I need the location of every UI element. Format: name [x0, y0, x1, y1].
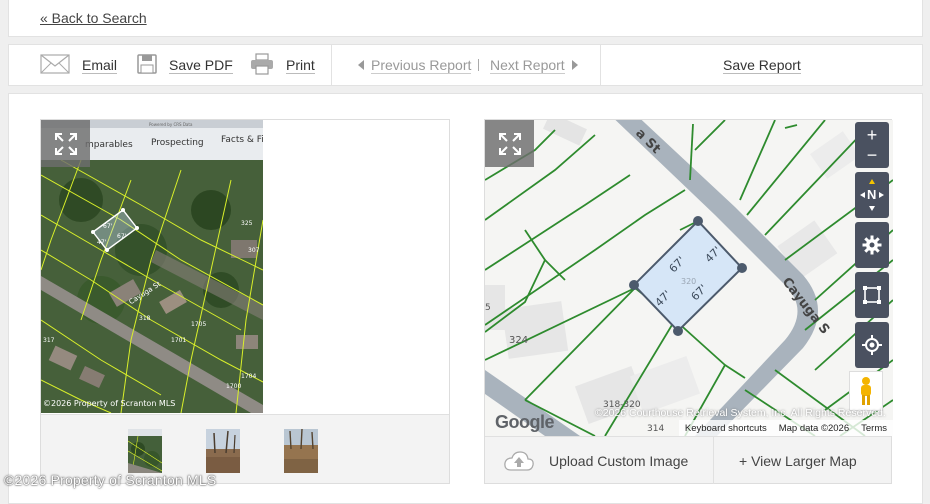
floppy-disk-icon: [137, 53, 157, 77]
locate-button[interactable]: [855, 322, 889, 368]
caret-right-icon: [571, 60, 578, 70]
next-report-link[interactable]: Next Report: [490, 45, 578, 85]
zoom-control: + −: [855, 122, 889, 168]
expand-map-button[interactable]: [485, 120, 534, 167]
parcel-number-label: 1701: [171, 337, 186, 344]
map-settings-button[interactable]: [855, 222, 889, 268]
next-report-label: Next Report: [490, 56, 565, 74]
measure-area-button[interactable]: [855, 272, 889, 318]
parcel-number-label: 1704: [241, 373, 256, 380]
save-report-label: Save Report: [723, 56, 801, 74]
thumbnail-yard-photo[interactable]: [284, 429, 318, 473]
save-pdf-button[interactable]: Save PDF: [137, 45, 233, 85]
printer-icon: [250, 52, 274, 78]
neighbor-parcel-label: 324: [509, 335, 528, 346]
expand-icon: [54, 132, 77, 155]
lot-dim-label: 67': [103, 223, 113, 230]
map-attribution-bar: Keyboard shortcuts Map data ©2026 Terms: [678, 420, 893, 436]
footer-divider: [713, 437, 714, 484]
compass-control[interactable]: N: [855, 172, 889, 218]
previous-report-link[interactable]: Previous Report: [358, 45, 472, 85]
crosshair-icon: [862, 335, 882, 355]
google-logo: Google: [495, 412, 555, 432]
upload-custom-image-label: Upload Custom Image: [549, 452, 689, 469]
neighbor-parcel-label: 5: [485, 303, 491, 313]
email-label: Email: [82, 56, 118, 74]
compass-north-label: N: [867, 187, 877, 202]
zoom-out-button[interactable]: −: [867, 145, 878, 165]
top-bar: « Back to Search: [8, 0, 923, 37]
toolbar-divider: [331, 45, 332, 85]
street-view-pegman[interactable]: [849, 371, 883, 411]
parcel-number-label: 1705: [191, 321, 206, 328]
keyboard-shortcuts-link[interactable]: Keyboard shortcuts: [685, 423, 767, 434]
email-button[interactable]: Email: [40, 45, 118, 85]
pegman-icon: [861, 377, 871, 405]
view-larger-map-label: + View Larger Map: [739, 452, 857, 469]
parcel-number-label: 318: [139, 315, 151, 322]
parcel-number-label: 325: [241, 220, 253, 227]
parcel-number-label: 317: [43, 337, 55, 344]
selection-box-icon: [863, 286, 881, 304]
overlay-tab-comparables: mparables: [85, 140, 133, 150]
lot-dim-label: 67': [117, 233, 127, 240]
map-canvas: 67' 47' 67' 47' 320 a St Cayuga S 324 31…: [485, 120, 893, 436]
map-footer: Upload Custom Image + View Larger Map: [485, 436, 891, 484]
expand-photo-button[interactable]: [41, 120, 90, 167]
expand-icon: [498, 132, 521, 155]
thumbnail-aerial[interactable]: [128, 429, 162, 473]
page-watermark: ©2026 Property of Scranton MLS: [4, 472, 217, 488]
parcel-map[interactable]: 67' 47' 67' 47' 320 a St Cayuga S 324 31…: [485, 120, 893, 436]
lot-dim-label: 47': [97, 239, 107, 246]
report-toolbar: Email Save PDF Print Previous Report Nex…: [8, 44, 923, 86]
photo-gallery: Powered by CRS Data mparables Prospectin…: [40, 119, 450, 484]
print-label: Print: [286, 56, 315, 74]
zoom-in-button[interactable]: +: [867, 125, 878, 145]
terms-link[interactable]: Terms: [861, 423, 887, 434]
overlay-tab-prospecting: Prospecting: [151, 138, 204, 148]
upload-custom-image-button[interactable]: Upload Custom Image: [503, 437, 688, 484]
print-button[interactable]: Print: [250, 45, 315, 85]
report-content: Powered by CRS Data mparables Prospectin…: [8, 93, 923, 504]
nav-divider: [478, 59, 479, 71]
save-report-button[interactable]: Save Report: [723, 45, 801, 85]
view-larger-map-link[interactable]: + View Larger Map: [739, 437, 857, 484]
neighbor-parcel-label: 314: [647, 424, 664, 434]
photo-copyright: ©2026 Property of Scranton MLS: [43, 399, 175, 408]
caret-left-icon: [358, 60, 364, 70]
parcel-map-panel: 67' 47' 67' 47' 320 a St Cayuga S 324 31…: [484, 119, 893, 484]
parcel-number-label: 1700: [226, 383, 241, 390]
back-to-search-link[interactable]: « Back to Search: [40, 10, 147, 26]
save-pdf-label: Save PDF: [169, 56, 233, 74]
toolbar-divider: [600, 45, 601, 85]
cloud-upload-icon: [504, 450, 534, 471]
powered-by-text: Powered by CRS Data: [149, 122, 193, 127]
parcel-number-label: 307: [248, 247, 260, 254]
envelope-icon: [40, 53, 70, 77]
thumbnail-lot-photo[interactable]: [206, 429, 240, 473]
main-photo[interactable]: Powered by CRS Data mparables Prospectin…: [41, 120, 263, 413]
map-data-label: Map data ©2026: [778, 422, 850, 434]
overlay-tab-facts: Facts & Fi: [221, 135, 263, 145]
previous-report-label: Previous Report: [371, 56, 472, 74]
map-attribution: ©2026 Courthouse Retrieval System, Inc. …: [595, 407, 886, 419]
lot-number-label: 320: [681, 277, 696, 286]
gear-icon: [862, 235, 882, 255]
